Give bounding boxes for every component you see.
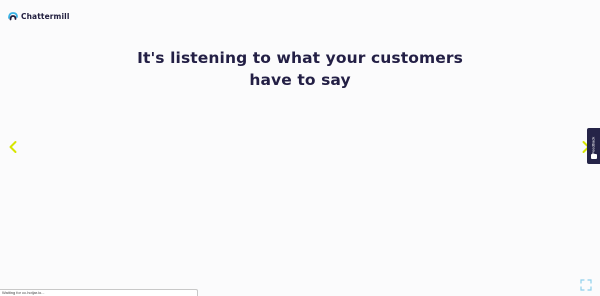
hero-headline-line-1: It's listening to what your customers bbox=[137, 49, 463, 67]
chattermill-logo[interactable]: Chattermill bbox=[8, 11, 70, 21]
page: Chattermill It's listening to what your … bbox=[0, 0, 600, 296]
status-text: Waiting for cc.hotjar.io... bbox=[2, 290, 45, 295]
chevron-left-icon[interactable] bbox=[7, 140, 19, 154]
fullscreen-icon[interactable] bbox=[580, 279, 592, 291]
feedback-tab[interactable]: Feedback bbox=[587, 128, 600, 164]
status-bar: Waiting for cc.hotjar.io... bbox=[0, 289, 198, 296]
chat-icon bbox=[590, 154, 597, 159]
brand-name: Chattermill bbox=[21, 11, 70, 21]
chattermill-logo-icon bbox=[8, 12, 18, 21]
hero-headline: It's listening to what your customers ha… bbox=[0, 47, 600, 91]
hero-headline-line-2: have to say bbox=[249, 71, 351, 89]
